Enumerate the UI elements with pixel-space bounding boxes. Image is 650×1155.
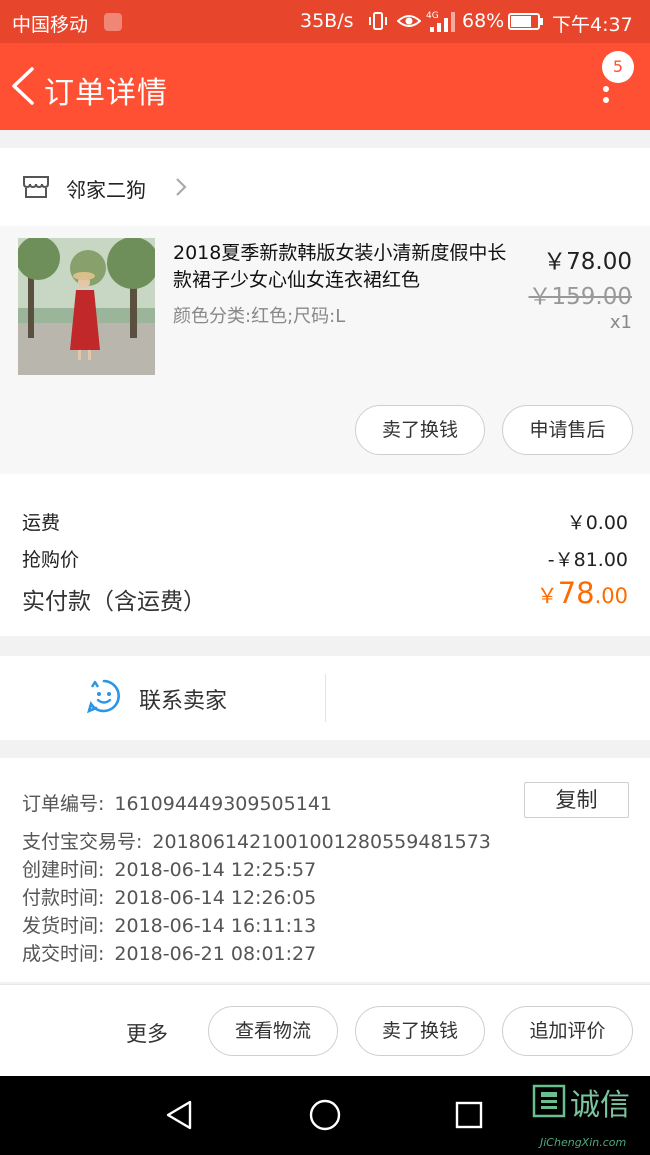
- product-quantity: x1: [609, 312, 632, 333]
- more-vertical-icon[interactable]: [596, 67, 616, 107]
- shipped-time-value: 2018-06-14 16:11:13: [114, 915, 317, 937]
- carrier-name: 中国移动: [12, 14, 89, 36]
- shipped-time-row: 发货时间: 2018-06-14 16:11:13: [22, 911, 316, 938]
- total-integer: 78: [557, 576, 595, 610]
- back-triangle-icon[interactable]: [164, 1099, 196, 1131]
- view-logistics-button[interactable]: 查看物流: [208, 1006, 338, 1056]
- created-time-row: 创建时间: 2018-06-14 12:25:57: [22, 855, 316, 882]
- chevron-right-icon: [176, 178, 187, 196]
- store-icon: [23, 176, 49, 198]
- watermark-domain: JiChengXin.com: [540, 1136, 627, 1149]
- copy-button[interactable]: 复制: [524, 782, 629, 818]
- divider: [325, 674, 326, 722]
- watermark-text: 诚信: [570, 1088, 630, 1123]
- smiley-chat-icon[interactable]: [86, 678, 122, 714]
- battery-percent: 68%: [462, 10, 505, 32]
- alipay-value: 2018061421001001280559481573: [152, 831, 491, 853]
- total-paid-label: 实付款（含运费）: [22, 589, 206, 615]
- total-decimal: .00: [594, 584, 628, 608]
- add-review-button[interactable]: 追加评价: [502, 1006, 633, 1056]
- product-thumbnail[interactable]: [18, 238, 155, 375]
- paid-time-label: 付款时间:: [22, 887, 105, 909]
- contact-seller-row: 联系卖家: [0, 656, 650, 740]
- done-time-label: 成交时间:: [22, 943, 105, 965]
- product-attributes: 颜色分类:红色;尺码:L: [173, 306, 346, 327]
- done-time-value: 2018-06-21 08:01:27: [114, 943, 317, 965]
- done-time-row: 成交时间: 2018-06-21 08:01:27: [22, 939, 316, 966]
- svg-text:4G: 4G: [426, 11, 439, 21]
- order-number-value: 161094449309505141: [114, 793, 332, 815]
- sim-badge-icon: [104, 13, 122, 31]
- product-title[interactable]: 2018夏季新款韩版女装小清新度假中长款裙子少女心仙女连衣裙红色: [173, 240, 513, 294]
- total-currency: ￥: [536, 584, 558, 608]
- product-price: ￥78.00: [543, 249, 632, 275]
- total-paid-value: ￥78.00: [537, 576, 628, 610]
- discount-label: 抢购价: [22, 549, 80, 571]
- product-original-price: ￥159.00: [528, 284, 632, 310]
- after-sale-button[interactable]: 申请售后: [502, 405, 633, 455]
- product-item[interactable]: 2018夏季新款韩版女装小清新度假中长款裙子少女心仙女连衣裙红色 颜色分类:红色…: [0, 226, 650, 474]
- resell-button-bottom[interactable]: 卖了换钱: [355, 1006, 485, 1056]
- recents-square-icon[interactable]: [454, 1100, 484, 1130]
- home-circle-icon[interactable]: [308, 1098, 342, 1132]
- shop-name: 邻家二狗: [66, 178, 146, 202]
- paid-time-value: 2018-06-14 12:26:05: [114, 887, 317, 909]
- nav-bar: 订单详情 5: [0, 43, 650, 130]
- vibrate-icon: [369, 12, 387, 30]
- more-button[interactable]: 更多: [126, 1018, 168, 1048]
- created-time-label: 创建时间:: [22, 859, 105, 881]
- shipped-time-label: 发货时间:: [22, 915, 105, 937]
- order-info: 订单编号: 161094449309505141 复制 支付宝交易号: 201806…: [0, 758, 650, 982]
- alipay-label: 支付宝交易号:: [22, 831, 143, 853]
- fee-summary: 运费 ￥0.00 抢购价 -￥81.00 实付款（含运费） ￥78.00: [0, 474, 650, 636]
- created-time-value: 2018-06-14 12:25:57: [114, 859, 317, 881]
- paid-time-row: 付款时间: 2018-06-14 12:26:05: [22, 883, 316, 910]
- status-time: 下午4:37: [552, 14, 633, 36]
- watermark: 诚信 JiChengXin.com: [532, 1080, 650, 1152]
- order-number-label: 订单编号:: [22, 793, 105, 815]
- battery-icon: [508, 13, 543, 30]
- order-number-row: 订单编号: 161094449309505141: [22, 789, 332, 816]
- status-bar: 中国移动 35B/s 4G 68% 下午4:37: [0, 0, 650, 43]
- signal-4g-icon: 4G: [426, 11, 455, 32]
- bottom-action-bar: 更多 查看物流 卖了换钱 追加评价: [0, 984, 650, 1076]
- eye-comfort-icon: [397, 15, 421, 27]
- chevron-left-icon[interactable]: [8, 65, 38, 107]
- alipay-row: 支付宝交易号: 2018061421001001280559481573: [22, 827, 491, 854]
- shipping-value: ￥0.00: [566, 512, 628, 534]
- shipping-label: 运费: [22, 512, 61, 534]
- discount-value: -￥81.00: [547, 549, 628, 571]
- page-title: 订单详情: [44, 76, 168, 111]
- watermark-logo: [532, 1084, 566, 1118]
- contact-seller-button[interactable]: 联系卖家: [139, 683, 227, 715]
- resell-button[interactable]: 卖了换钱: [355, 405, 485, 455]
- shop-row[interactable]: 邻家二狗: [0, 148, 650, 226]
- network-speed: 35B/s: [300, 10, 354, 32]
